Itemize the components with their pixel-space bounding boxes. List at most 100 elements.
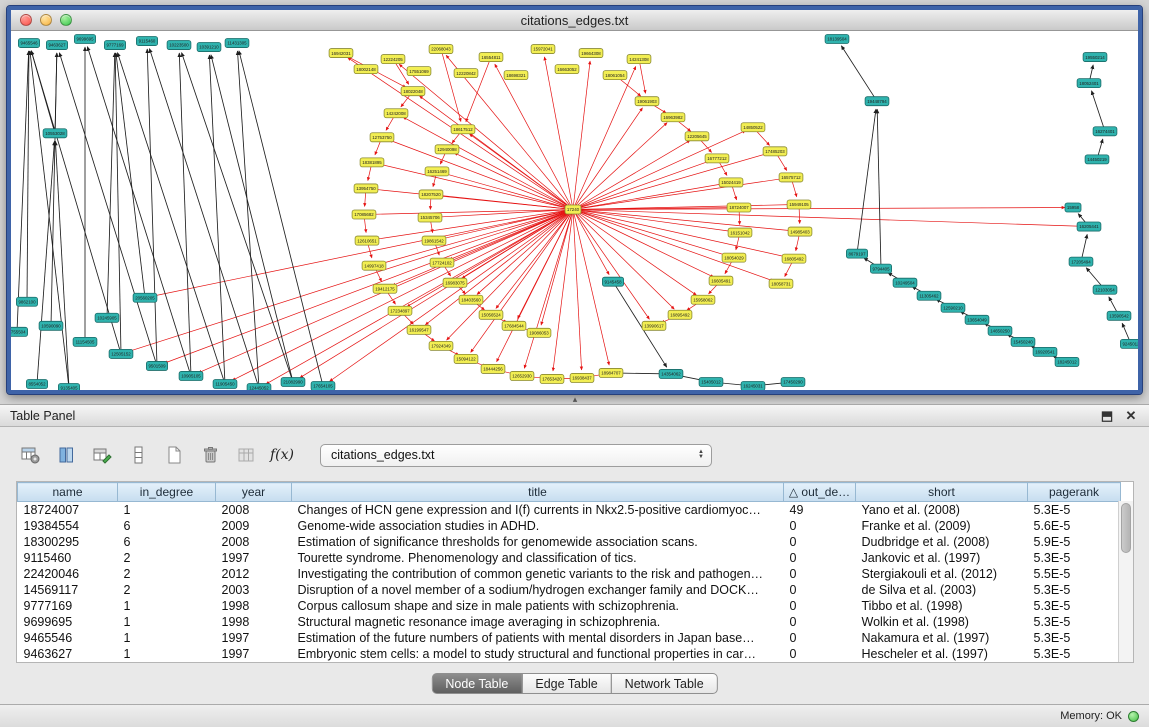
rows-button[interactable] (126, 443, 150, 467)
graph-node[interactable]: 16942031 (329, 49, 353, 58)
graph-node[interactable]: 16963982 (661, 113, 685, 122)
graph-node[interactable]: 9245012 (1120, 339, 1138, 348)
graph-node[interactable]: 15024419 (719, 178, 743, 187)
table-row[interactable]: 1830029562008Estimation of significance … (18, 534, 1121, 550)
graph-node[interactable]: 18207520 (419, 190, 443, 199)
graph-node[interactable]: 16554811 (479, 53, 503, 62)
graph-node[interactable]: 14985403 (788, 227, 812, 236)
table-row[interactable]: 946554611997Estimation of the future num… (18, 630, 1121, 646)
graph-node[interactable]: 10905105 (179, 371, 203, 380)
table-scrollbar-thumb[interactable] (1121, 503, 1131, 553)
graph-node[interactable]: 18061054 (603, 71, 627, 80)
graph-node[interactable]: 19664308 (579, 49, 603, 58)
table-row[interactable]: 1938455462009Genome-wide association stu… (18, 518, 1121, 534)
graph-node[interactable]: 12224205 (381, 55, 405, 64)
graph-node[interactable]: 9862100 (16, 297, 37, 306)
graph-node[interactable]: 15094122 (454, 354, 478, 363)
edit-table-button[interactable] (90, 443, 114, 467)
graph-node[interactable]: 16245031 (741, 381, 765, 390)
graph-node[interactable]: 17684544 (502, 321, 526, 330)
graph-node[interactable]: 9777169 (104, 41, 125, 50)
graph-node[interactable]: 21082990 (281, 377, 305, 386)
graph-node[interactable]: 15405012 (699, 377, 723, 386)
graph-node[interactable]: 15056524 (479, 310, 503, 319)
graph-node[interactable]: 8755504 (11, 327, 28, 336)
table-row[interactable]: 977716911998Corpus callosum shape and si… (18, 598, 1121, 614)
graph-node[interactable]: 19061903 (635, 97, 659, 106)
graph-node[interactable]: 12940098 (435, 145, 459, 154)
graph-node[interactable]: 10391210 (197, 43, 221, 52)
graph-node[interactable]: 18617512 (451, 125, 475, 134)
graph-node[interactable]: 18002148 (354, 65, 378, 74)
graph-node[interactable]: 12103054 (1093, 285, 1117, 294)
show-columns-button[interactable] (54, 443, 78, 467)
graph-node[interactable]: 8679197 (846, 249, 867, 258)
column-header-year[interactable]: year (216, 483, 292, 502)
graph-node[interactable]: 14241308 (627, 55, 651, 64)
graph-node[interactable]: 19861542 (422, 236, 446, 245)
graph-node[interactable]: 16777212 (705, 154, 729, 163)
graph-node[interactable]: 22068043 (429, 45, 453, 54)
tab-edge-table[interactable]: Edge Table (521, 673, 611, 694)
graph-node[interactable]: 10249504 (893, 278, 917, 287)
graph-node[interactable]: 12445052 (247, 383, 271, 390)
tab-network-table[interactable]: Network Table (611, 673, 718, 694)
function-builder-button[interactable]: f(x) (270, 443, 294, 467)
graph-node[interactable]: 17205494 (1069, 257, 1093, 266)
graph-node[interactable]: 12610651 (355, 236, 379, 245)
graph-node[interactable]: 12505152 (109, 349, 133, 358)
column-header-out_de[interactable]: △ out_de… (784, 483, 856, 502)
graph-node[interactable]: 11154505 (73, 337, 97, 346)
graph-node[interactable]: 19448794 (865, 97, 889, 106)
graph-node[interactable]: 15958 (1065, 203, 1081, 212)
graph-node[interactable]: 17551069 (407, 67, 431, 76)
graph-node[interactable]: 15949105 (787, 200, 811, 209)
graph-node[interactable]: 16663052 (555, 65, 579, 74)
table-row[interactable]: 2242004622012Investigating the contribut… (18, 566, 1121, 582)
graph-node[interactable]: 11305462 (917, 291, 941, 300)
graph-node[interactable]: 17653420 (540, 374, 564, 383)
table-row[interactable]: 946362711997Embryonic stem cells: a mode… (18, 646, 1121, 662)
tab-node-table[interactable]: Node Table (431, 673, 522, 694)
graph-node[interactable]: 10590090 (39, 321, 63, 330)
network-canvas[interactable]: 1724018617512129400981625146918207520153… (11, 31, 1138, 390)
table-scrollbar[interactable] (1118, 501, 1133, 662)
graph-node[interactable]: 15450240 (1011, 337, 1035, 346)
graph-node[interactable]: 9145458 (602, 277, 623, 286)
graph-node[interactable]: 17085682 (352, 210, 376, 219)
column-header-pagerank[interactable]: pagerank (1028, 483, 1121, 502)
graph-node[interactable]: 17924349 (429, 341, 453, 350)
graph-node[interactable]: 12652930 (510, 371, 534, 380)
graph-node[interactable]: 19550214 (1083, 53, 1107, 62)
new-table-button[interactable] (162, 443, 186, 467)
table-row[interactable]: 969969511998Structural magnetic resonanc… (18, 614, 1121, 630)
table-row[interactable]: 911546021997Tourette syndrome. Phenomeno… (18, 550, 1121, 566)
graph-node[interactable]: 9463627 (46, 41, 67, 50)
graph-node[interactable]: 15958062 (691, 295, 715, 304)
graph-node[interactable]: 14850522 (741, 123, 765, 132)
graph-node[interactable]: 16251469 (425, 167, 449, 176)
graph-node[interactable]: 13954750 (354, 184, 378, 193)
graph-node[interactable]: 16205441 (1077, 222, 1101, 231)
graph-node[interactable]: 18403560 (459, 295, 483, 304)
graph-node[interactable]: 18381895 (360, 158, 384, 167)
graph-node[interactable]: 12205645 (685, 132, 709, 141)
graph-node[interactable]: 18058731 (769, 279, 793, 288)
graph-node[interactable]: 10553028 (43, 129, 67, 138)
zoom-window-button[interactable] (60, 14, 72, 26)
graph-node[interactable]: 11431305 (225, 39, 249, 48)
graph-node[interactable]: 16983075 (443, 278, 467, 287)
graph-node[interactable]: 12590210 (941, 303, 965, 312)
graph-node[interactable]: 9794405 (870, 264, 891, 273)
graph-node[interactable]: 18245012 (1055, 357, 1079, 366)
graph-node[interactable]: 13654049 (965, 315, 989, 324)
graph-node[interactable]: 18022048 (401, 87, 425, 96)
graph-node[interactable]: 18054029 (722, 253, 746, 262)
graph-node[interactable]: 10245905 (95, 313, 119, 322)
graph-node[interactable]: 14242008 (384, 109, 408, 118)
graph-node[interactable]: 9115460 (136, 37, 157, 46)
graph-node[interactable]: 11905450 (213, 379, 237, 388)
import-table-button[interactable] (234, 443, 258, 467)
graph-node[interactable]: 17654105 (311, 381, 335, 390)
column-header-in_degree[interactable]: in_degree (118, 483, 216, 502)
